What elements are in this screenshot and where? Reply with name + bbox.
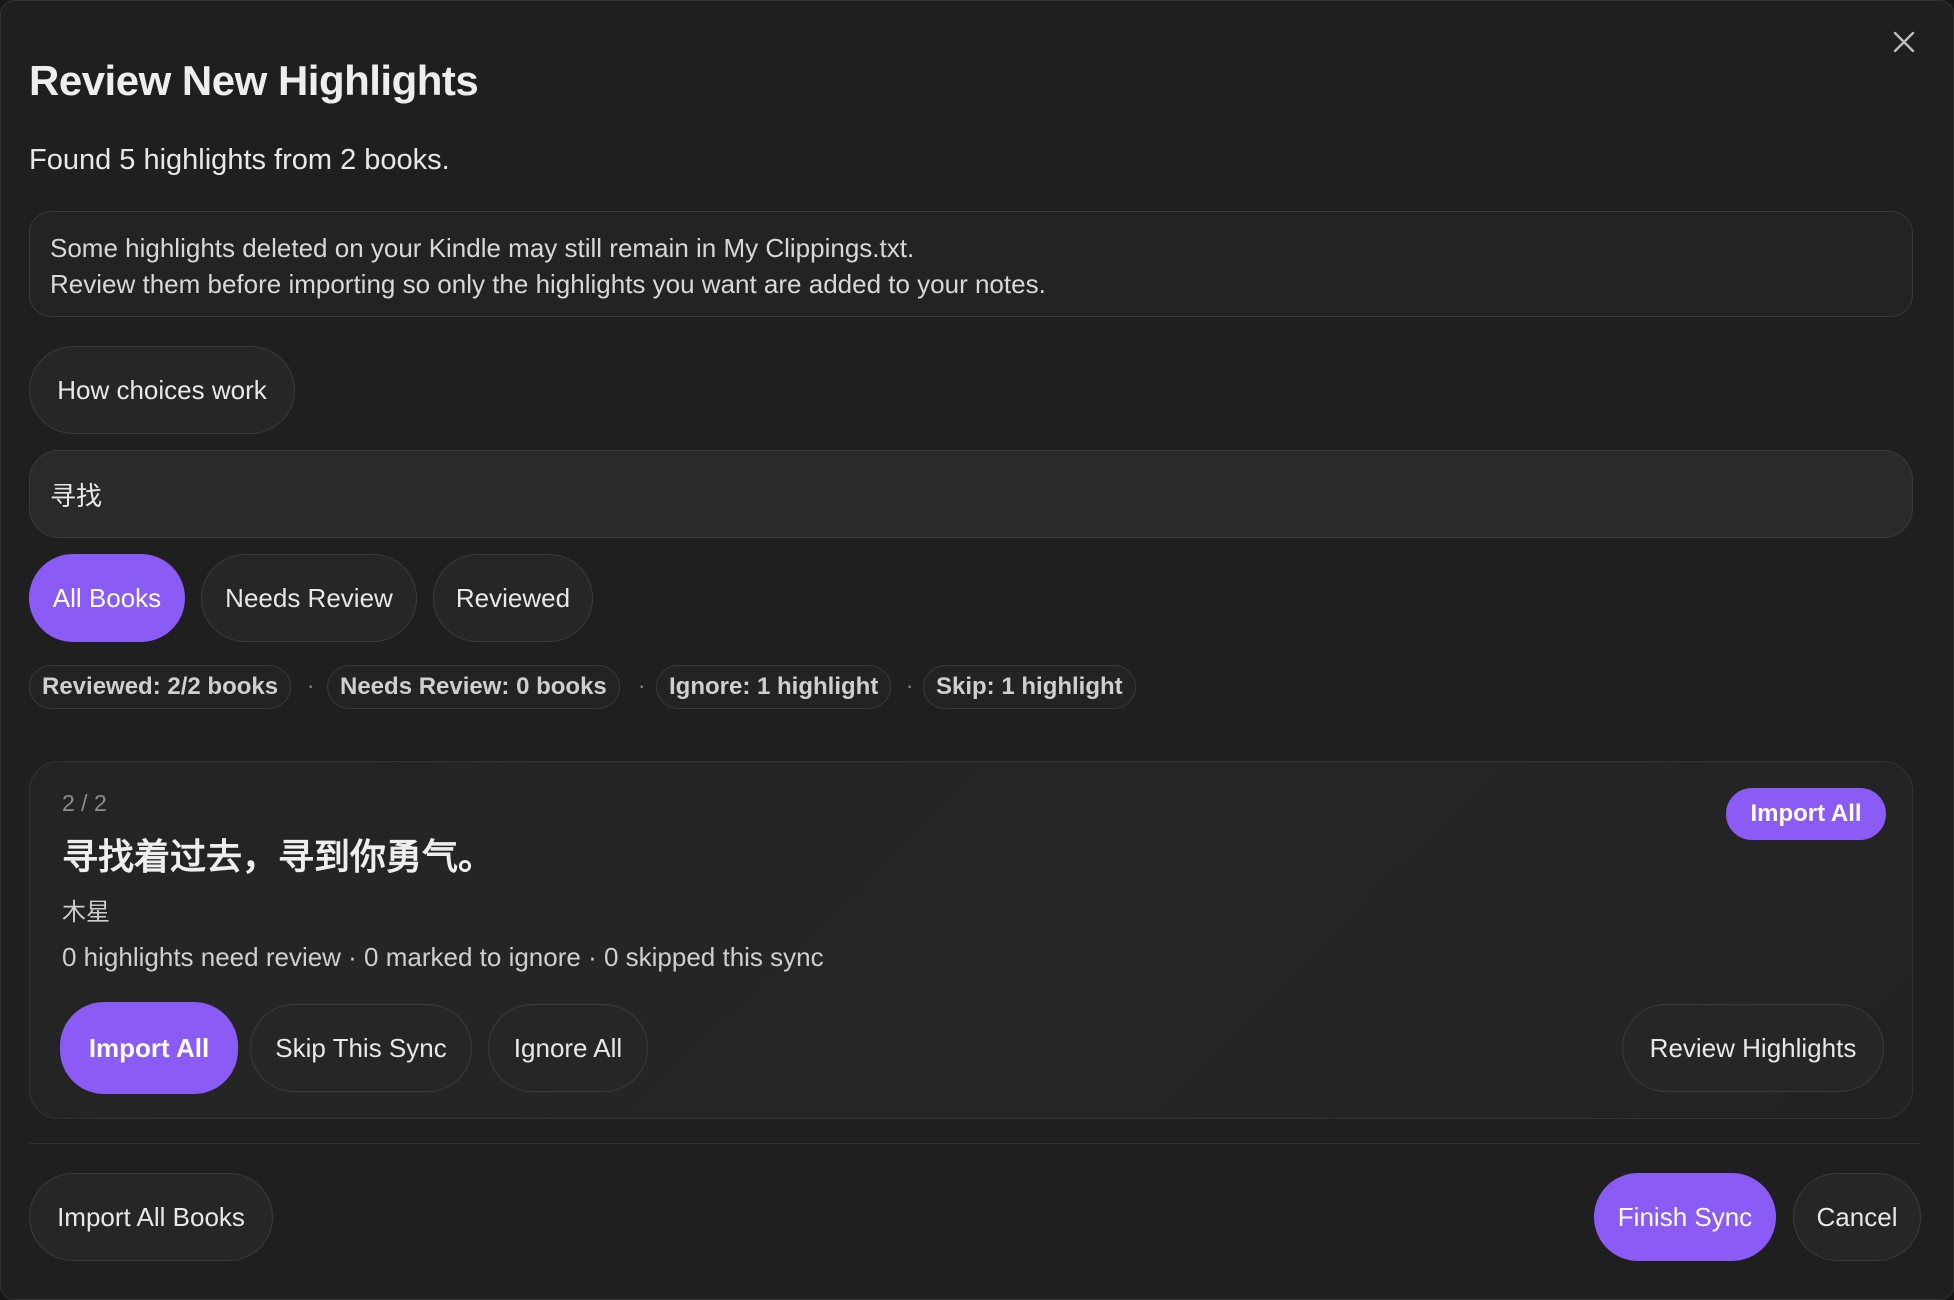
finish-sync-button[interactable]: Finish Sync	[1594, 1173, 1776, 1261]
cancel-button[interactable]: Cancel	[1793, 1173, 1921, 1261]
import-all-books-button[interactable]: Import All Books	[29, 1173, 273, 1261]
how-choices-work-button[interactable]: How choices work	[29, 346, 295, 434]
review-highlights-modal: Review New Highlights Found 5 highlights…	[0, 0, 1954, 1300]
notice-line-1: Some highlights deleted on your Kindle m…	[50, 233, 915, 263]
modal-title: Review New Highlights	[29, 57, 479, 104]
book-author: 木星	[62, 898, 110, 926]
ignore-all-button[interactable]: Ignore All	[488, 1004, 648, 1092]
stat-separator: ·	[307, 673, 315, 698]
book-import-all-button[interactable]: Import All	[60, 1002, 238, 1094]
book-review-stats: 0 highlights need review · 0 marked to i…	[62, 942, 824, 972]
stat-skip: Skip: 1 highlight	[923, 665, 1136, 709]
filter-needs-review[interactable]: Needs Review	[201, 554, 417, 642]
stat-separator: ·	[638, 673, 646, 698]
summary-text: Found 5 highlights from 2 books.	[29, 144, 450, 176]
kindle-notice: Some highlights deleted on your Kindle m…	[29, 211, 1913, 317]
stat-ignore: Ignore: 1 highlight	[656, 665, 892, 709]
search-input[interactable]	[29, 450, 1913, 538]
review-highlights-button[interactable]: Review Highlights	[1622, 1004, 1884, 1092]
close-button[interactable]	[1889, 27, 1919, 57]
filter-all-books[interactable]: All Books	[29, 554, 185, 642]
book-counter: 2 / 2	[62, 790, 107, 816]
stat-separator: ·	[906, 673, 914, 698]
book-import-all-badge[interactable]: Import All	[1726, 788, 1886, 840]
stat-reviewed: Reviewed: 2/2 books	[29, 665, 292, 709]
book-title: 寻找着过去，寻到你勇气。	[62, 837, 495, 878]
footer-divider	[29, 1143, 1921, 1144]
skip-this-sync-button[interactable]: Skip This Sync	[250, 1004, 472, 1092]
notice-line-2: Review them before importing so only the…	[50, 269, 1046, 299]
filter-reviewed[interactable]: Reviewed	[433, 554, 593, 642]
stat-needs-review: Needs Review: 0 books	[327, 665, 620, 709]
book-card: 2 / 2 寻找着过去，寻到你勇气。 木星 0 highlights need …	[29, 761, 1913, 1119]
close-icon	[1893, 31, 1915, 53]
